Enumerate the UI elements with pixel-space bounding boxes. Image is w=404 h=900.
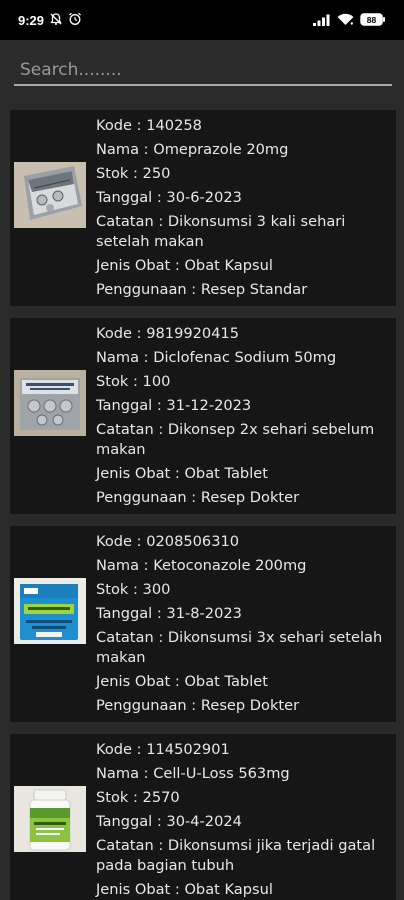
medicine-date: Tanggal : 30-4-2024 <box>96 813 242 830</box>
medicine-type: Jenis Obat : Obat Kapsul <box>96 881 273 898</box>
medicine-stock: Stok : 100 <box>96 373 171 390</box>
wifi-icon <box>337 11 354 30</box>
medicine-date: Tanggal : 31-8-2023 <box>96 605 242 622</box>
search-bar <box>14 56 392 88</box>
ketoconazole-box-image <box>14 578 86 644</box>
medicine-card[interactable]: Kode : 114502901 Nama : Cell-U-Loss 563m… <box>10 734 396 900</box>
medicine-type: Jenis Obat : Obat Tablet <box>96 465 268 482</box>
medicine-name: Nama : Ketoconazole 200mg <box>96 557 307 574</box>
medicine-code: Kode : 114502901 <box>96 741 230 758</box>
medicine-name: Nama : Omeprazole 20mg <box>96 141 289 158</box>
medicine-image <box>14 162 86 228</box>
medicine-code: Kode : 0208506310 <box>96 533 240 550</box>
medicine-note: Catatan : Dikonsumsi 3x sehari setelah m… <box>96 629 383 666</box>
medicine-image <box>14 370 86 436</box>
cell-u-loss-bottle-image <box>14 786 86 852</box>
mute-notification-icon <box>49 11 63 30</box>
medicine-code: Kode : 140258 <box>96 117 202 134</box>
medicine-note: Catatan : Dikonsumsi jika terjadi gatal … <box>96 837 376 874</box>
medicine-name: Nama : Cell-U-Loss 563mg <box>96 765 290 782</box>
diclofenac-blister-pack-image <box>14 370 86 436</box>
status-time: 9:29 <box>18 12 45 28</box>
medicine-usage: Penggunaan : Resep Standar <box>96 281 308 298</box>
medicine-usage: Penggunaan : Resep Dokter <box>96 489 300 506</box>
medicine-code: Kode : 9819920415 <box>96 325 240 342</box>
battery-icon: 88 <box>360 11 386 30</box>
medicine-type: Jenis Obat : Obat Tablet <box>96 673 268 690</box>
battery-level: 88 <box>367 14 377 24</box>
medicine-type: Jenis Obat : Obat Kapsul <box>96 257 273 274</box>
medicine-info: Kode : 0208506310 Nama : Ketoconazole 20… <box>96 530 392 718</box>
medicine-list[interactable]: Kode : 140258 Nama : Omeprazole 20mg Sto… <box>10 110 396 900</box>
medicine-card[interactable]: Kode : 140258 Nama : Omeprazole 20mg Sto… <box>10 110 396 306</box>
medicine-name: Nama : Diclofenac Sodium 50mg <box>96 349 337 366</box>
status-left: 9:29 <box>18 11 82 30</box>
medicine-card[interactable]: Kode : 0208506310 Nama : Ketoconazole 20… <box>10 526 396 722</box>
medicine-stock: Stok : 2570 <box>96 789 180 806</box>
status-right: 88 <box>313 11 386 30</box>
medicine-stock: Stok : 250 <box>96 165 171 182</box>
medicine-info: Kode : 114502901 Nama : Cell-U-Loss 563m… <box>96 738 392 900</box>
search-input[interactable] <box>14 56 392 86</box>
medicine-note: Catatan : Dikonsep 2x sehari sebelum mak… <box>96 421 375 458</box>
alarm-icon <box>68 11 82 30</box>
omeprazole-blister-pack-image <box>14 162 86 228</box>
medicine-usage: Penggunaan : Resep Dokter <box>96 697 300 714</box>
medicine-stock: Stok : 300 <box>96 581 171 598</box>
medicine-note: Catatan : Dikonsumsi 3 kali sehari setel… <box>96 213 346 250</box>
medicine-image <box>14 786 86 852</box>
medicine-date: Tanggal : 30-6-2023 <box>96 189 242 206</box>
medicine-card[interactable]: Kode : 9819920415 Nama : Diclofenac Sodi… <box>10 318 396 514</box>
medicine-image <box>14 578 86 644</box>
status-bar: 9:29 88 <box>0 0 404 40</box>
medicine-info: Kode : 140258 Nama : Omeprazole 20mg Sto… <box>96 114 392 302</box>
medicine-info: Kode : 9819920415 Nama : Diclofenac Sodi… <box>96 322 392 510</box>
signal-icon <box>313 11 331 30</box>
medicine-date: Tanggal : 31-12-2023 <box>96 397 252 414</box>
